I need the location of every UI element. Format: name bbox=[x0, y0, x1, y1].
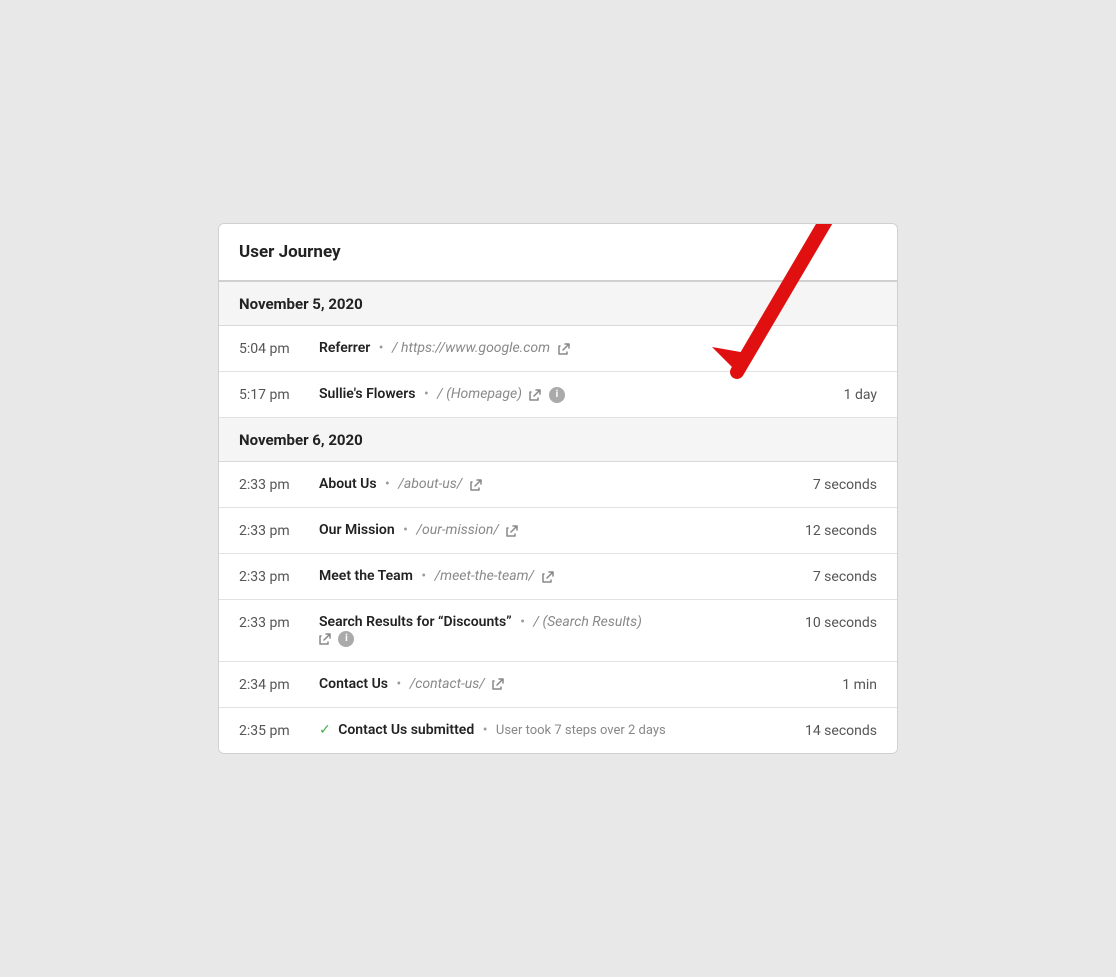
row-time: 2:33 pm bbox=[239, 476, 319, 493]
row-content: ✓ Contact Us submitted • User took 7 ste… bbox=[319, 722, 787, 738]
external-link-icon[interactable] bbox=[558, 343, 570, 355]
info-icon[interactable]: i bbox=[549, 387, 565, 403]
table-row: 2:33 pm Our Mission • /our-mission/ 12 s… bbox=[219, 508, 897, 554]
row-time: 2:33 pm bbox=[239, 522, 319, 539]
separator: • bbox=[396, 676, 401, 692]
separator: • bbox=[483, 722, 488, 738]
page-title: About Us bbox=[319, 476, 377, 492]
external-link-icon[interactable] bbox=[542, 571, 554, 583]
row-duration: 7 seconds bbox=[787, 476, 877, 493]
page-url: /contact-us/ bbox=[410, 676, 485, 692]
row-content: About Us • /about-us/ bbox=[319, 476, 787, 492]
page-url: / (Homepage) bbox=[437, 386, 522, 402]
row-duration: 12 seconds bbox=[787, 522, 877, 539]
page-title: Contact Us bbox=[319, 676, 388, 692]
checkmark-icon: ✓ bbox=[319, 722, 331, 738]
row-content: Search Results for “Discounts” • / (Sear… bbox=[319, 614, 787, 646]
submitted-label: Contact Us submitted bbox=[338, 722, 474, 738]
page-title: Our Mission bbox=[319, 522, 395, 538]
external-link-icon[interactable] bbox=[470, 479, 482, 491]
table-row: 2:34 pm Contact Us • /contact-us/ 1 min bbox=[219, 662, 897, 708]
card-title: User Journey bbox=[239, 242, 877, 262]
page-title: Search Results for “Discounts” bbox=[319, 614, 512, 630]
date-label-nov6: November 6, 2020 bbox=[239, 431, 363, 449]
separator: • bbox=[421, 568, 426, 584]
row-content: Contact Us • /contact-us/ bbox=[319, 676, 787, 692]
row-duration: 1 day bbox=[787, 386, 877, 403]
page-url: / (Search Results) bbox=[533, 614, 641, 630]
info-icon[interactable]: i bbox=[338, 631, 354, 647]
row-content: Our Mission • /our-mission/ bbox=[319, 522, 787, 538]
row-time: 5:04 pm bbox=[239, 340, 319, 357]
table-row: 2:33 pm About Us • /about-us/ 7 seconds bbox=[219, 462, 897, 508]
page-url: /meet-the-team/ bbox=[435, 568, 535, 584]
separator: • bbox=[520, 614, 525, 630]
date-header-nov6: November 6, 2020 bbox=[219, 418, 897, 462]
external-link-icon[interactable] bbox=[529, 389, 541, 401]
row-duration bbox=[787, 340, 877, 341]
row-time: 2:35 pm bbox=[239, 722, 319, 739]
row-duration: 14 seconds bbox=[787, 722, 877, 739]
table-row: 2:33 pm Search Results for “Discounts” •… bbox=[219, 600, 897, 661]
separator: • bbox=[385, 476, 390, 492]
table-row: 5:17 pm Sullie's Flowers • / (Homepage) … bbox=[219, 372, 897, 418]
separator: • bbox=[424, 386, 429, 402]
table-row: 2:33 pm Meet the Team • /meet-the-team/ … bbox=[219, 554, 897, 600]
row-content: Meet the Team • /meet-the-team/ bbox=[319, 568, 787, 584]
page-url: /about-us/ bbox=[398, 476, 462, 492]
separator: • bbox=[403, 522, 408, 538]
page-title: Sullie's Flowers bbox=[319, 386, 415, 402]
page-title: Referrer bbox=[319, 340, 370, 356]
table-row: 5:04 pm Referrer • / https://www.google.… bbox=[219, 326, 897, 372]
row-time: 5:17 pm bbox=[239, 386, 319, 403]
table-row: 2:35 pm ✓ Contact Us submitted • User to… bbox=[219, 708, 897, 753]
external-link-icon[interactable] bbox=[319, 633, 331, 645]
page-url: / https://www.google.com bbox=[392, 340, 550, 356]
external-link-icon[interactable] bbox=[506, 525, 518, 537]
card-header: User Journey bbox=[219, 224, 897, 282]
row-content: Referrer • / https://www.google.com bbox=[319, 340, 787, 356]
row-time: 2:34 pm bbox=[239, 676, 319, 693]
row-duration: 10 seconds bbox=[787, 614, 877, 631]
user-journey-card: User Journey November 5, 2020 5:04 pm Re… bbox=[218, 223, 898, 753]
row-duration: 1 min bbox=[787, 676, 877, 693]
separator: • bbox=[379, 340, 384, 356]
page-url: /our-mission/ bbox=[416, 522, 499, 538]
date-label-nov5: November 5, 2020 bbox=[239, 295, 363, 313]
row-duration: 7 seconds bbox=[787, 568, 877, 585]
page-title: Meet the Team bbox=[319, 568, 413, 584]
date-header-nov5: November 5, 2020 bbox=[219, 282, 897, 326]
row-time: 2:33 pm bbox=[239, 568, 319, 585]
external-link-icon[interactable] bbox=[492, 678, 504, 690]
sub-detail: User took 7 steps over 2 days bbox=[496, 723, 666, 738]
row-content: Sullie's Flowers • / (Homepage) i bbox=[319, 386, 787, 402]
row-time: 2:33 pm bbox=[239, 614, 319, 631]
